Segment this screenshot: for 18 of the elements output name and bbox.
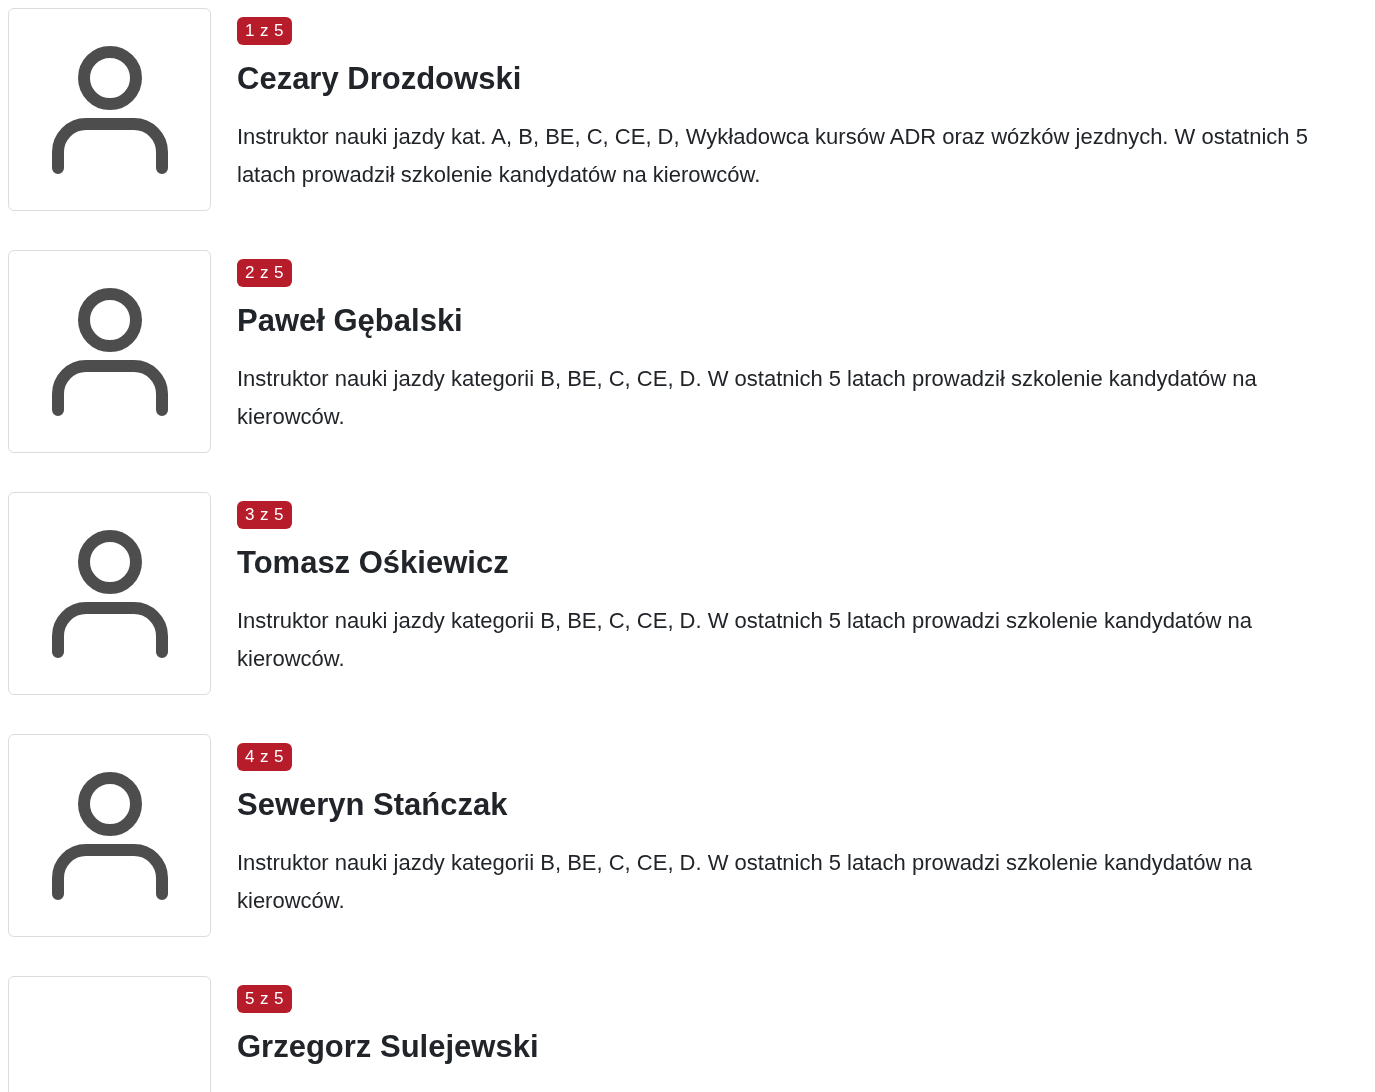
counter-badge: 3 z 5 (237, 501, 292, 529)
counter-badge: 4 z 5 (237, 743, 292, 771)
instructor-name: Cezary Drozdowski (237, 60, 522, 98)
user-icon (51, 529, 168, 658)
instructor-description: Instruktor nauki jazdy kat. A, B, BE, C, CE, D, Wykładowca kursów ADR oraz wózków jezdnych. W ostatnich 5 latach prowadził szkolenie kandydatów na kierowców. (237, 123, 1309, 189)
user-icon (51, 287, 168, 416)
user-icon (51, 771, 168, 900)
instructor-name: Tomasz Ośkiewicz (237, 544, 509, 582)
instructor-description: Instruktor nauki jazdy kategorii B, BE, C, CE, D. W ostatnich 5 latach prowadzi szkolenie kandydatów na kierowców. (237, 607, 1253, 673)
instructor-name: Grzegorz Sulejewski (237, 1028, 539, 1066)
instructor-name: Paweł Gębalski (237, 302, 463, 340)
user-icon (51, 45, 168, 174)
counter-badge: 1 z 5 (237, 17, 292, 45)
counter-badge: 2 z 5 (237, 259, 292, 287)
counter-badge: 5 z 5 (237, 985, 292, 1013)
instructor-description: Instruktor nauki jazdy kategorii B, BE, C, CE, D. W ostatnich 5 latach prowadzi szkolenie kandydatów na kierowców. (237, 849, 1253, 915)
instructor-name: Seweryn Stańczak (237, 786, 508, 824)
instructor-description: Instruktor nauki jazdy kategorii B, BE, C, CE, D. W ostatnich 5 latach prowadził szkolenie kandydatów na kierowców. (237, 365, 1258, 431)
